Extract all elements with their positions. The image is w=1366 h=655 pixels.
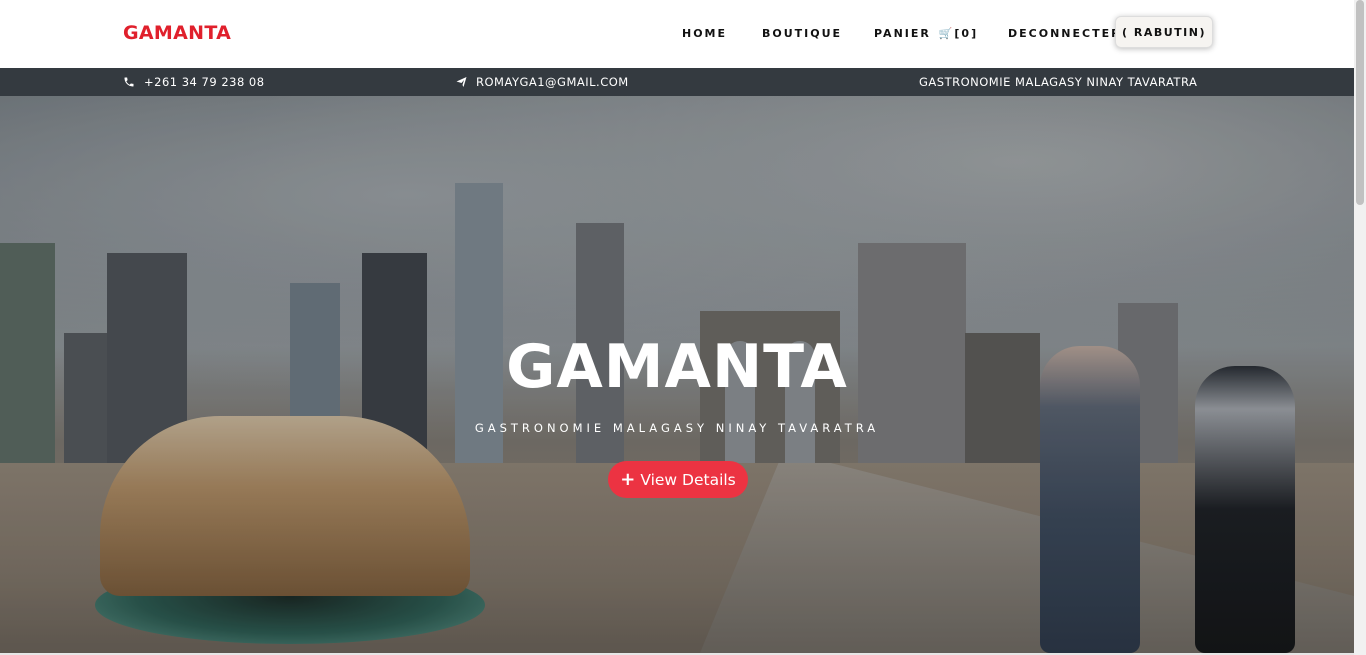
hero-banner: GAMANTA GASTRONOMIE MALAGASY NINAY TAVAR… bbox=[0, 96, 1354, 653]
contact-email-text: ROMAYGA1@GMAIL.COM bbox=[476, 75, 629, 89]
scrollbar-thumb[interactable] bbox=[1356, 0, 1364, 205]
view-details-label: View Details bbox=[640, 470, 736, 489]
nav-boutique[interactable]: BOUTIQUE bbox=[762, 27, 842, 40]
user-button[interactable]: ( RABUTIN) bbox=[1115, 16, 1213, 48]
contact-bar: +261 34 79 238 08 ROMAYGA1@GMAIL.COM GAS… bbox=[0, 68, 1354, 96]
cart-icon: 🛒 bbox=[938, 27, 955, 40]
page-scrollbar[interactable] bbox=[1354, 0, 1366, 655]
nav-home[interactable]: HOME bbox=[682, 27, 727, 40]
hero-title: GAMANTA bbox=[506, 332, 848, 402]
view-details-button[interactable]: + View Details bbox=[608, 461, 748, 498]
hero-subtitle: GASTRONOMIE MALAGASY NINAY TAVARATRA bbox=[474, 421, 880, 435]
nav-panier-label: PANIER bbox=[874, 27, 931, 40]
send-icon bbox=[455, 76, 469, 88]
phone-icon bbox=[123, 76, 137, 88]
contact-tagline: GASTRONOMIE MALAGASY NINAY TAVARATRA bbox=[919, 75, 1198, 89]
plus-icon: + bbox=[620, 469, 636, 490]
nav-panier[interactable]: PANIER 🛒[0] bbox=[874, 27, 978, 40]
navbar: GAMANTA HOME BOUTIQUE PANIER 🛒[0] DECONN… bbox=[0, 0, 1354, 68]
nav-deconnecter[interactable]: DECONNECTER bbox=[1008, 27, 1122, 40]
contact-phone: +261 34 79 238 08 bbox=[123, 75, 265, 89]
cart-count: [0] bbox=[954, 27, 979, 40]
brand-logo[interactable]: GAMANTA bbox=[123, 22, 231, 44]
contact-email: ROMAYGA1@GMAIL.COM bbox=[455, 75, 629, 89]
contact-phone-text: +261 34 79 238 08 bbox=[144, 75, 265, 89]
